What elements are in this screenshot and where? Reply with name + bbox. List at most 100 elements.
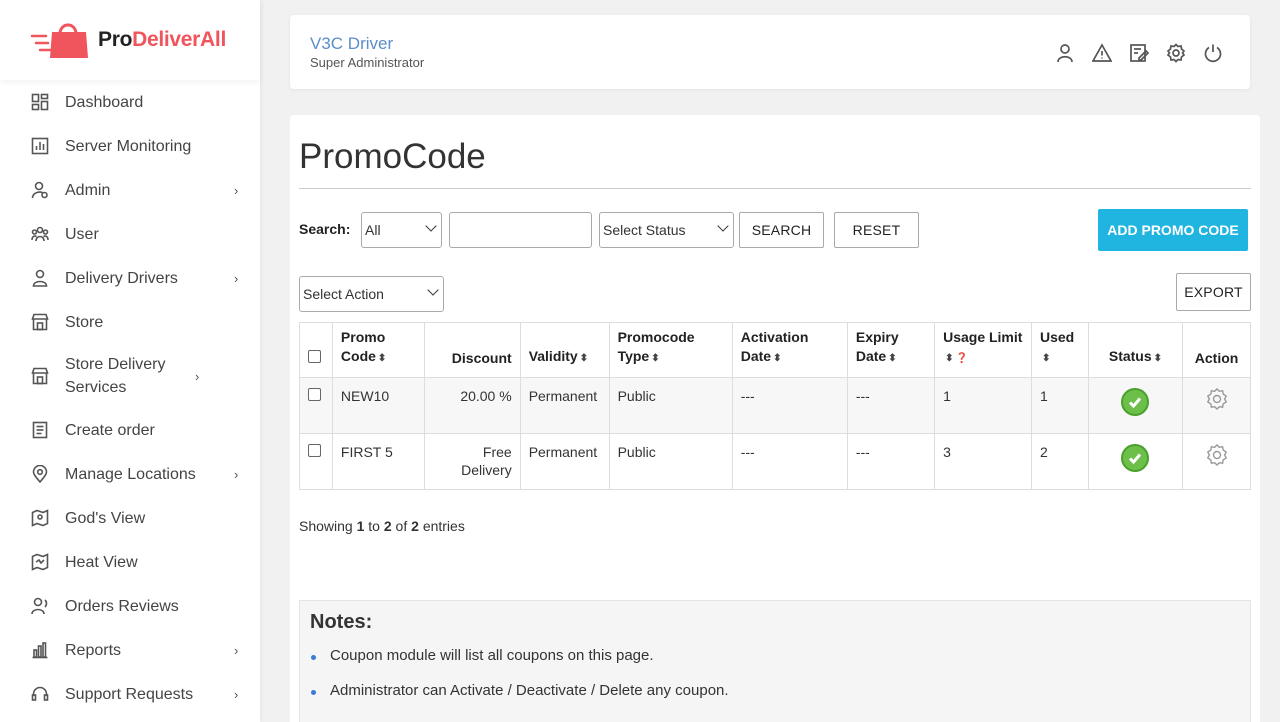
cell-code: FIRST 5	[331, 433, 426, 490]
select-all-checkbox[interactable]	[308, 350, 321, 363]
sidebar: ProDeliverAll Dashboard Server Monitorin…	[0, 0, 260, 722]
bulk-action-select[interactable]: Select Action	[299, 276, 444, 312]
power-icon[interactable]	[1202, 42, 1224, 64]
sidebar-item-support-requests[interactable]: Support Requests ›	[0, 672, 260, 716]
sidebar-item-create-order[interactable]: Create order	[0, 408, 260, 452]
note-item: Administrator can Activate / Deactivate …	[310, 682, 729, 717]
showing-prefix: Showing	[299, 518, 353, 534]
add-promo-code-button[interactable]: ADD PROMO CODE	[1098, 209, 1248, 251]
header-text: Expiry	[855, 329, 899, 345]
sidebar-item-delivery-drivers[interactable]: Delivery Drivers ›	[0, 256, 260, 300]
shopping-bag-logo-icon	[30, 18, 92, 62]
column-promo-code[interactable]: Promo Code ⬍	[331, 322, 426, 378]
search-button[interactable]: SEARCH	[739, 212, 824, 248]
showing-from: 1	[356, 518, 365, 534]
search-input[interactable]	[449, 212, 592, 248]
column-validity[interactable]: Validity ⬍	[519, 322, 610, 378]
cell-used: 1	[1030, 377, 1089, 434]
header-text: Usage Limit	[943, 329, 1023, 345]
review-icon	[31, 597, 49, 615]
column-used[interactable]: Used ⬍	[1030, 322, 1089, 378]
showing-to-word: to	[368, 518, 380, 534]
table-row: FIRST 5 Free Delivery Permanent Public -…	[299, 433, 1251, 490]
header-text: Activation	[740, 329, 809, 345]
showing-total: 2	[411, 518, 419, 534]
brand-logo[interactable]: ProDeliverAll	[0, 0, 260, 80]
brand-prefix: Pro	[98, 28, 133, 51]
sort-icon: ⬍	[773, 353, 782, 364]
sort-icon: ⬍	[1153, 353, 1163, 364]
sidebar-item-reports[interactable]: Reports ›	[0, 628, 260, 672]
sort-icon: ⬍	[1041, 353, 1051, 364]
sidebar-item-label: Create order	[65, 421, 155, 439]
sidebar-item-dashboard[interactable]: Dashboard	[0, 80, 260, 124]
bar-chart-icon	[31, 641, 49, 659]
sidebar-item-heat-view[interactable]: Heat View	[0, 540, 260, 584]
column-status[interactable]: Status ⬍	[1087, 322, 1184, 378]
column-usage-limit[interactable]: Usage Limit ⬍ ❓	[934, 322, 1032, 378]
help-icon[interactable]: ❓	[955, 353, 967, 364]
gear-icon[interactable]	[1191, 443, 1242, 467]
header-text: Code	[340, 348, 376, 364]
sidebar-item-label: Orders Reviews	[65, 597, 179, 615]
sidebar-item-orders-reviews[interactable]: Orders Reviews	[0, 584, 260, 628]
title-divider	[299, 188, 1251, 189]
table-header-row: Promo Code ⬍ Discount Validity ⬍ Promocode T…	[299, 322, 1251, 378]
search-label: Search:	[299, 221, 351, 237]
edit-icon[interactable]	[1128, 42, 1150, 64]
sidebar-item-label: Admin	[65, 181, 111, 199]
header-text: Date	[855, 348, 887, 364]
note-item: Coupon module will list all coupons on t…	[310, 647, 729, 682]
sidebar-item-store-delivery-services[interactable]: Store Delivery Services ›	[0, 344, 260, 408]
export-button[interactable]: EXPORT	[1176, 273, 1251, 311]
settings-icon[interactable]	[1165, 42, 1187, 64]
header-text: Promo	[340, 329, 386, 345]
profile-icon[interactable]	[1054, 42, 1076, 64]
chevron-right-icon: ›	[195, 368, 200, 384]
cell-usage-limit: 1	[934, 377, 1032, 434]
chevron-right-icon: ›	[234, 182, 239, 198]
cell-validity: Permanent	[519, 433, 610, 490]
sidebar-item-store[interactable]: Store	[0, 300, 260, 344]
user-role: Super Administrator	[310, 55, 425, 70]
row-checkbox[interactable]	[308, 388, 321, 401]
column-expiry-date[interactable]: Expiry Date ⬍	[846, 322, 936, 378]
notes-title: Notes:	[310, 611, 373, 633]
users-icon	[31, 225, 49, 243]
status-select[interactable]: Select Status	[599, 212, 734, 248]
header-text: Action	[1194, 350, 1239, 366]
header-text: Status	[1108, 348, 1152, 364]
row-checkbox[interactable]	[308, 444, 321, 457]
header-text: Promocode	[617, 329, 695, 345]
active-check-icon[interactable]	[1121, 444, 1150, 472]
store-icon	[31, 367, 49, 385]
sidebar-item-user[interactable]: User	[0, 212, 260, 256]
cell-discount: Free Delivery	[424, 433, 521, 490]
search-field-select[interactable]: All	[361, 212, 442, 248]
gear-icon[interactable]	[1191, 387, 1242, 411]
cell-used: 2	[1030, 433, 1089, 490]
cell-validity: Permanent	[519, 377, 610, 434]
sidebar-item-label: Reports	[65, 641, 122, 659]
header-text: Used	[1039, 329, 1075, 345]
headset-icon	[31, 685, 49, 703]
sidebar-item-gods-view[interactable]: God's View	[0, 496, 260, 540]
reset-button[interactable]: RESET	[834, 212, 919, 248]
sort-icon: ⬍	[888, 353, 897, 364]
sidebar-item-manage-locations[interactable]: Manage Locations ›	[0, 452, 260, 496]
column-promocode-type[interactable]: Promocode Type ⬍	[608, 322, 733, 378]
sidebar-item-label: Delivery Drivers	[65, 269, 178, 287]
cell-status	[1087, 377, 1184, 434]
main-card: Promo Code Search: All Select Status SEAR…	[290, 115, 1260, 722]
user-info: V3C Driver Super Administrator	[310, 34, 424, 70]
column-activation-date[interactable]: Activation Date ⬍	[731, 322, 848, 378]
chevron-down-icon	[717, 220, 729, 232]
sort-icon: ⬍	[945, 353, 954, 364]
alert-icon[interactable]	[1091, 42, 1113, 64]
active-check-icon[interactable]	[1121, 388, 1150, 416]
status-select-value: Select Status	[603, 222, 686, 238]
brand-name: ProDeliverAll	[98, 28, 226, 52]
promo-code-table: Promo Code ⬍ Discount Validity ⬍ Promocode T…	[299, 322, 1251, 490]
sidebar-item-admin[interactable]: Admin ›	[0, 168, 260, 212]
sidebar-item-server-monitoring[interactable]: Server Monitoring	[0, 124, 260, 168]
